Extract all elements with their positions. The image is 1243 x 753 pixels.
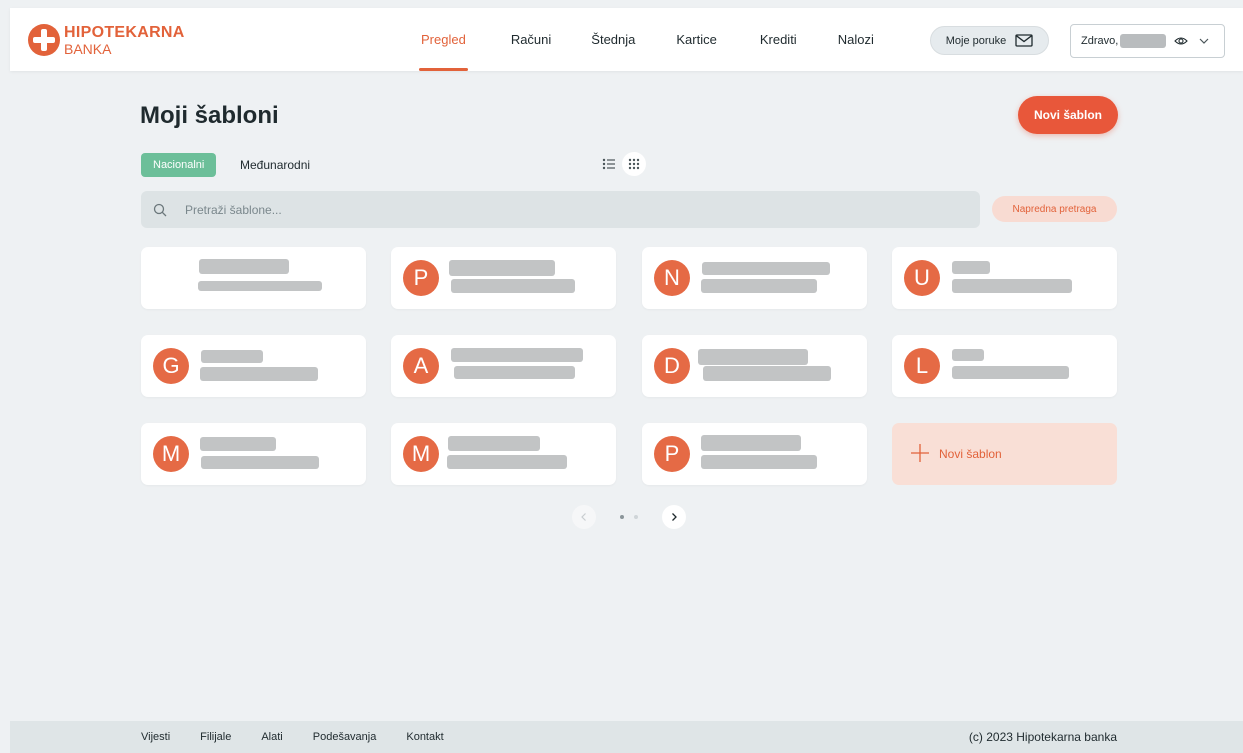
- template-name-redacted: [200, 437, 276, 451]
- nav-item-nalozi[interactable]: Nalozi: [838, 8, 874, 71]
- template-avatar: M: [403, 436, 439, 472]
- template-avatar: N: [654, 260, 690, 296]
- template-name-redacted: [952, 349, 984, 361]
- template-name-redacted: [451, 348, 583, 362]
- envelope-icon: [1015, 34, 1033, 47]
- template-account-redacted: [952, 366, 1069, 379]
- logo-text-line2: BANKA: [64, 40, 112, 57]
- search-bar: [141, 191, 980, 228]
- template-account-redacted: [201, 456, 319, 469]
- template-account-redacted: [454, 366, 575, 379]
- main-nav: Pregled Računi Štednja Kartice Krediti N…: [405, 8, 874, 71]
- add-template-label: Novi šablon: [939, 447, 1002, 461]
- template-account-redacted: [198, 281, 322, 291]
- list-view-icon[interactable]: [600, 155, 618, 173]
- page-title: Moji šabloni: [140, 102, 279, 129]
- template-avatar: D: [654, 348, 690, 384]
- template-card[interactable]: U: [892, 247, 1117, 309]
- template-name-redacted: [201, 350, 263, 363]
- nav-item-kartice[interactable]: Kartice: [676, 8, 716, 71]
- template-name-redacted: [448, 436, 540, 451]
- search-input[interactable]: [185, 202, 945, 217]
- template-avatar: U: [904, 260, 940, 296]
- template-account-redacted: [703, 366, 831, 381]
- template-account-redacted: [200, 367, 318, 381]
- next-page-button[interactable]: [662, 505, 686, 529]
- nav-item-pregled[interactable]: Pregled: [419, 8, 468, 71]
- template-name-redacted: [701, 435, 801, 451]
- template-card[interactable]: A: [391, 335, 616, 397]
- plus-icon: [911, 444, 929, 462]
- template-card[interactable]: P: [642, 423, 867, 485]
- user-menu[interactable]: Zdravo,: [1070, 24, 1225, 58]
- prev-page-button[interactable]: [572, 505, 596, 529]
- page-dot-active[interactable]: [620, 515, 624, 519]
- template-name-redacted: [952, 261, 990, 274]
- user-name-redacted: [1120, 34, 1167, 48]
- footer-link-filijale[interactable]: Filijale: [200, 731, 231, 743]
- template-account-redacted: [952, 279, 1072, 293]
- template-avatar: P: [654, 436, 690, 472]
- footer-link-alati[interactable]: Alati: [261, 731, 282, 743]
- footer: Vijesti Filijale Alati Podešavanja Konta…: [10, 721, 1243, 753]
- template-avatar: M: [153, 436, 189, 472]
- chevron-right-icon: [672, 513, 677, 521]
- template-account-redacted: [447, 455, 567, 469]
- messages-button[interactable]: Moje poruke: [930, 26, 1049, 55]
- template-name-redacted: [702, 262, 830, 275]
- template-card[interactable]: M: [391, 423, 616, 485]
- logo-text-line1: HIPOTEKARNA: [64, 23, 185, 41]
- template-card[interactable]: P: [391, 247, 616, 309]
- tab-medunarodni[interactable]: Međunarodni: [240, 153, 310, 177]
- template-name-redacted: [449, 260, 555, 276]
- chevron-down-icon: [1199, 38, 1209, 44]
- template-avatar: L: [904, 348, 940, 384]
- greeting-text: Zdravo,: [1081, 35, 1119, 47]
- new-template-button[interactable]: Novi šablon: [1018, 96, 1118, 134]
- footer-link-kontakt[interactable]: Kontakt: [406, 731, 443, 743]
- template-avatar: P: [403, 260, 439, 296]
- template-account-redacted: [701, 455, 817, 469]
- advanced-search-button[interactable]: Napredna pretraga: [992, 196, 1117, 222]
- footer-link-vijesti[interactable]: Vijesti: [141, 731, 170, 743]
- template-card[interactable]: N: [642, 247, 867, 309]
- messages-label: Moje poruke: [945, 34, 1007, 47]
- template-account-redacted: [701, 279, 817, 293]
- grid-view-icon[interactable]: [622, 152, 646, 176]
- template-name-redacted: [698, 349, 808, 365]
- template-card[interactable]: M: [141, 423, 366, 485]
- search-icon: [153, 203, 167, 216]
- template-avatar: G: [153, 348, 189, 384]
- chevron-left-icon: [581, 513, 586, 521]
- top-header: HIPOTEKARNA BANKA Pregled Računi Štednja…: [10, 8, 1243, 71]
- template-avatar: A: [403, 348, 439, 384]
- copyright-text: (c) 2023 Hipotekarna banka: [968, 730, 1117, 744]
- add-template-card[interactable]: Novi šablon: [892, 423, 1117, 485]
- footer-link-podesavanja[interactable]: Podešavanja: [313, 731, 377, 743]
- nav-item-krediti[interactable]: Krediti: [760, 8, 797, 71]
- template-card[interactable]: G: [141, 335, 366, 397]
- nav-item-racuni[interactable]: Računi: [511, 8, 551, 71]
- template-account-redacted: [451, 279, 575, 293]
- template-card[interactable]: L: [892, 335, 1117, 397]
- bank-logo[interactable]: HIPOTEKARNA BANKA: [28, 23, 185, 57]
- logo-cross-icon: [28, 24, 60, 56]
- nav-item-stednja[interactable]: Štednja: [591, 8, 635, 71]
- footer-links: Vijesti Filijale Alati Podešavanja Konta…: [141, 721, 474, 753]
- template-card[interactable]: [141, 247, 366, 309]
- eye-icon[interactable]: [1174, 36, 1189, 46]
- page-dot[interactable]: [634, 515, 638, 519]
- tab-nacionalni[interactable]: Nacionalni: [141, 153, 217, 177]
- template-name-redacted: [199, 259, 289, 274]
- template-card[interactable]: D: [642, 335, 867, 397]
